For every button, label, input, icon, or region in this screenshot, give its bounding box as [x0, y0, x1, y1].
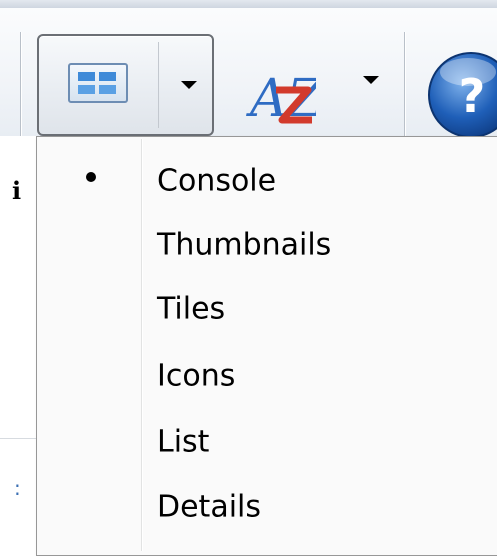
window-top-edge [0, 0, 497, 8]
view-dropdown-menu: Console Thumbnails Tiles Icons List Deta… [36, 136, 497, 556]
view-menu-button[interactable] [37, 34, 214, 136]
background-divider [0, 438, 36, 439]
menu-item-tiles[interactable]: Tiles [39, 277, 497, 341]
menu-item-icons[interactable]: Icons [39, 344, 497, 408]
menu-item-details[interactable]: Details [39, 475, 497, 539]
toolbar: AZ ? [0, 8, 497, 138]
help-icon[interactable]: ? [426, 50, 497, 140]
menu-item-list[interactable]: List [39, 410, 497, 474]
background-pane: i : [0, 136, 36, 548]
background-partial-text: i [12, 176, 22, 205]
chevron-down-icon[interactable] [181, 81, 197, 89]
menu-item-label: Tiles [157, 291, 226, 327]
help-icon-glyph: ? [459, 69, 486, 123]
sort-az-icon[interactable]: AZ [246, 68, 316, 128]
menu-item-label: List [157, 424, 210, 460]
background-partial-text: : [14, 476, 21, 500]
split-divider [158, 42, 159, 128]
menu-item-label: Thumbnails [157, 227, 332, 263]
menu-item-thumbnails[interactable]: Thumbnails [39, 213, 497, 277]
menu-item-label: Details [157, 489, 262, 525]
menu-item-label: Console [157, 163, 277, 199]
toolbar-separator [404, 32, 406, 138]
menu-item-console[interactable]: Console [39, 149, 497, 213]
views-icon [68, 63, 128, 103]
chevron-down-icon[interactable] [363, 76, 379, 84]
selected-bullet-icon [86, 172, 96, 182]
toolbar-separator [20, 32, 22, 138]
menu-item-label: Icons [157, 358, 236, 394]
